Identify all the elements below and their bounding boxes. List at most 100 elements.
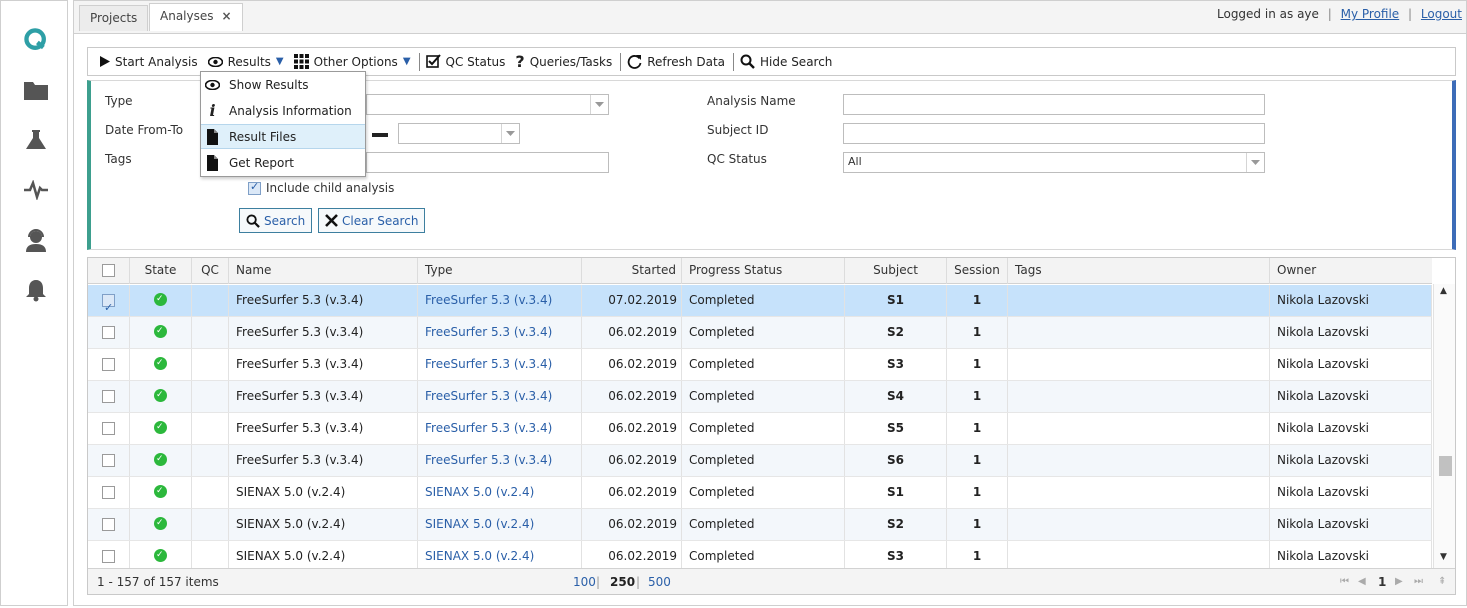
cell-started: 06.02.2019 (608, 453, 677, 467)
table-row[interactable]: FreeSurfer 5.3 (v.3.4) FreeSurfer 5.3 (v.… (88, 381, 1432, 413)
vertical-scrollbar[interactable]: ▲ ▼ (1433, 284, 1455, 568)
refresh-data-button[interactable]: Refresh Data (623, 49, 731, 75)
analysis-name-input[interactable] (843, 94, 1265, 115)
search-button[interactable]: Search (239, 208, 313, 233)
col-tags[interactable]: Tags (1008, 258, 1270, 284)
subject-id-input[interactable] (843, 123, 1265, 144)
folder-icon[interactable] (23, 77, 49, 103)
analyses-content: Start Analysis Results ▼ Other Options ▼ Q… (74, 33, 1466, 605)
chevron-down-icon[interactable] (501, 124, 519, 143)
table-row[interactable]: FreeSurfer 5.3 (v.3.4) FreeSurfer 5.3 (v.… (88, 349, 1432, 381)
app-logo-icon[interactable] (23, 27, 49, 53)
table-row[interactable]: FreeSurfer 5.3 (v.3.4) FreeSurfer 5.3 (v.… (88, 317, 1432, 349)
prev-page-icon[interactable]: ◀ (1358, 576, 1366, 587)
cell-type-link[interactable]: SIENAX 5.0 (v.2.4) (425, 517, 534, 531)
next-page-icon[interactable]: ▶ (1395, 576, 1403, 587)
col-type[interactable]: Type (418, 258, 582, 284)
cell-type-link[interactable]: SIENAX 5.0 (v.2.4) (425, 549, 534, 563)
my-profile-link[interactable]: My Profile (1341, 7, 1400, 21)
cell-subject: S2 (887, 325, 904, 339)
row-checkbox[interactable] (102, 422, 115, 435)
cell-name: FreeSurfer 5.3 (v.3.4) (236, 357, 364, 371)
row-checkbox[interactable] (102, 550, 115, 563)
bell-icon[interactable] (23, 277, 49, 303)
table-row[interactable]: SIENAX 5.0 (v.2.4) SIENAX 5.0 (v.2.4) 06.0… (88, 509, 1432, 541)
last-page-icon[interactable]: ⏭ (1414, 576, 1423, 587)
support-agent-icon[interactable] (23, 227, 49, 253)
page-size-100[interactable]: 100 (573, 575, 596, 589)
row-checkbox[interactable] (102, 454, 115, 467)
menu-result-files[interactable]: Result Files (201, 124, 365, 149)
menu-analysis-information[interactable]: i Analysis Information (201, 98, 365, 123)
col-state[interactable]: State (130, 258, 192, 284)
cell-owner: Nikola Lazovski (1277, 485, 1369, 499)
close-tab-icon[interactable]: × (222, 9, 232, 23)
cell-type-link[interactable]: FreeSurfer 5.3 (v.3.4) (425, 453, 552, 467)
scroll-thumb[interactable] (1439, 456, 1452, 476)
table-row[interactable]: FreeSurfer 5.3 (v.3.4) FreeSurfer 5.3 (v.… (88, 285, 1432, 317)
cell-started: 06.02.2019 (608, 389, 677, 403)
col-session[interactable]: Session (947, 258, 1008, 284)
first-page-icon[interactable]: ⏮ (1340, 576, 1349, 587)
cell-type-link[interactable]: FreeSurfer 5.3 (v.3.4) (425, 421, 552, 435)
cell-subject: S6 (887, 453, 904, 467)
qc-status-button[interactable]: QC Status (422, 49, 512, 75)
date-label: Date From-To (105, 123, 184, 137)
tab-projects[interactable]: Projects (79, 5, 149, 31)
cell-subject: S1 (887, 293, 904, 307)
menu-get-report[interactable]: Get Report (201, 150, 365, 175)
qc-status-select[interactable]: All (843, 152, 1265, 173)
cell-type-link[interactable]: FreeSurfer 5.3 (v.3.4) (425, 389, 552, 403)
row-checkbox[interactable] (102, 518, 115, 531)
clear-search-button[interactable]: Clear Search (318, 208, 426, 233)
menu-show-results[interactable]: Show Results (201, 72, 365, 97)
cell-type-link[interactable]: SIENAX 5.0 (v.2.4) (425, 485, 534, 499)
state-ok-icon (154, 541, 167, 571)
tags-input[interactable] (366, 152, 609, 173)
flask-icon[interactable] (23, 127, 49, 153)
page-size-250[interactable]: 250 (610, 575, 635, 589)
row-checkbox[interactable] (102, 358, 115, 371)
col-started[interactable]: Started (582, 258, 682, 284)
logout-link[interactable]: Logout (1421, 7, 1462, 21)
cell-type-link[interactable]: FreeSurfer 5.3 (v.3.4) (425, 325, 552, 339)
state-ok-icon (154, 413, 167, 443)
activity-icon[interactable] (23, 177, 49, 203)
col-owner[interactable]: Owner (1270, 258, 1432, 284)
cell-progress: Completed (689, 549, 755, 563)
type-select[interactable] (366, 94, 609, 115)
col-qc[interactable]: QC (192, 258, 229, 284)
col-name[interactable]: Name (229, 258, 418, 284)
row-checkbox[interactable] (102, 292, 115, 316)
type-label: Type (105, 94, 133, 108)
cell-type-link[interactable]: FreeSurfer 5.3 (v.3.4) (425, 357, 552, 371)
cell-qc (192, 413, 229, 444)
cell-progress: Completed (689, 325, 755, 339)
chevron-down-icon[interactable] (1246, 153, 1264, 172)
row-checkbox[interactable] (102, 486, 115, 499)
scroll-down-icon[interactable]: ▼ (1440, 552, 1447, 562)
tab-analyses[interactable]: Analyses × (149, 3, 243, 31)
select-all-checkbox[interactable] (102, 264, 115, 277)
queries-tasks-button[interactable]: ? Queries/Tasks (511, 49, 618, 75)
hide-search-button[interactable]: Hide Search (736, 49, 838, 75)
scroll-up-icon[interactable]: ▲ (1440, 286, 1447, 296)
chevron-down-icon[interactable] (590, 95, 608, 114)
col-subject[interactable]: Subject (845, 258, 947, 284)
scroll-top-icon[interactable]: ⇞ (1438, 576, 1446, 587)
play-icon (100, 56, 110, 67)
table-row[interactable]: SIENAX 5.0 (v.2.4) SIENAX 5.0 (v.2.4) 06.0… (88, 477, 1432, 509)
cell-type-link[interactable]: FreeSurfer 5.3 (v.3.4) (425, 293, 552, 307)
table-row[interactable]: FreeSurfer 5.3 (v.3.4) FreeSurfer 5.3 (v.… (88, 413, 1432, 445)
row-checkbox[interactable] (102, 390, 115, 403)
table-row[interactable]: FreeSurfer 5.3 (v.3.4) FreeSurfer 5.3 (v.… (88, 445, 1432, 477)
date-to-picker[interactable] (398, 123, 520, 144)
cell-qc (192, 317, 229, 348)
col-progress-status[interactable]: Progress Status (682, 258, 845, 284)
row-checkbox[interactable] (102, 326, 115, 339)
include-child-checkbox[interactable] (248, 180, 261, 195)
page-size-500[interactable]: 500 (648, 575, 671, 589)
start-analysis-button[interactable]: Start Analysis (96, 49, 204, 75)
current-page[interactable]: 1 (1378, 575, 1386, 589)
state-ok-icon (154, 509, 167, 539)
